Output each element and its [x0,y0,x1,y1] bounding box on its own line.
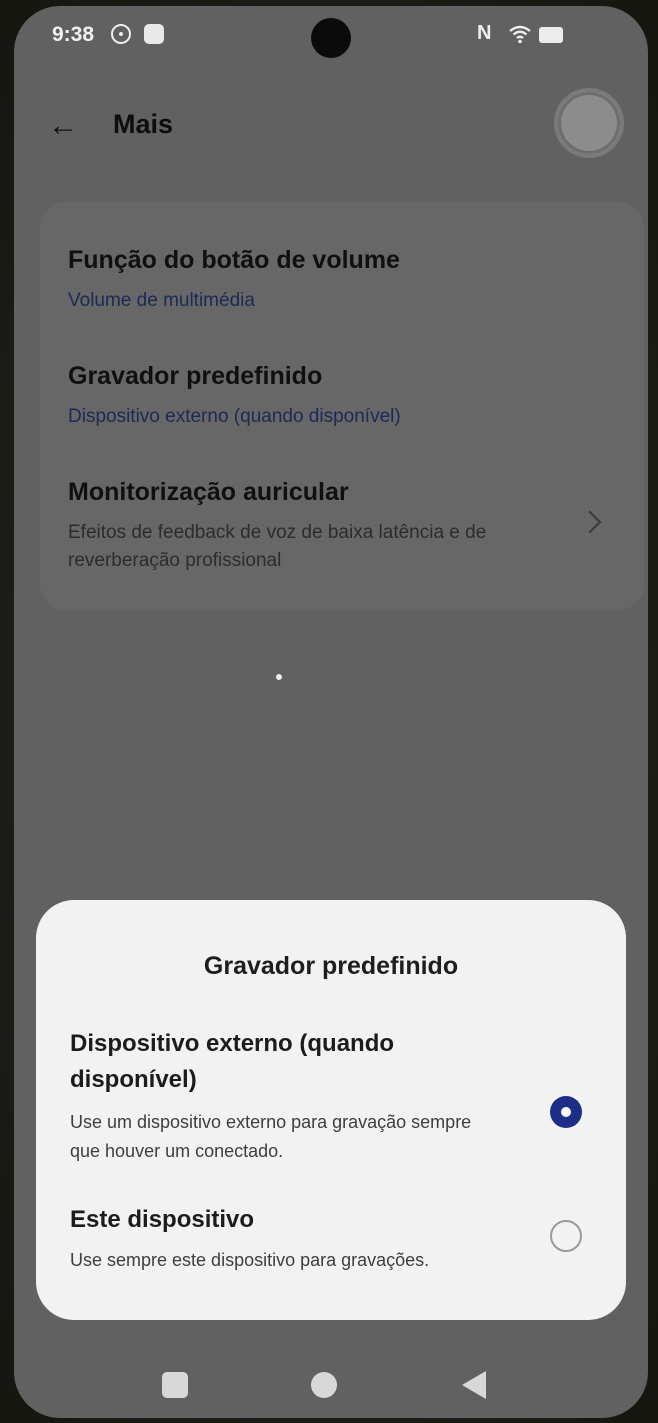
page-title: Mais [113,109,174,139]
option-description: Use um dispositivo externo para gravação… [70,1112,472,1161]
settings-card: Função do botão de volume Volume de mult… [40,202,644,610]
battery-icon [539,27,563,43]
setting-volume-button-function[interactable]: Função do botão de volume Volume de mult… [68,246,588,315]
dialog-title: Gravador predefinido [203,952,459,980]
option-title: Este dispositivo [70,1206,255,1233]
back-triangle-icon[interactable] [462,1371,486,1399]
navigation-bar [14,1351,648,1418]
home-icon[interactable] [311,1372,337,1398]
radio-unselected-icon[interactable] [550,1220,582,1252]
option-external-device[interactable]: Dispositivo externo (quando disponível) … [70,1026,604,1166]
setting-value: Volume de multimédia [68,290,255,311]
page-dot-indicator [276,674,282,680]
screen: 9:38 N ← Mais Função do botão de volume … [14,6,648,1418]
setting-title: Gravador predefinido [68,362,323,390]
wifi-icon [508,24,532,44]
header: ← Mais [14,86,648,158]
setting-ear-monitoring[interactable]: Monitorização auricular Efeitos de feedb… [68,478,588,575]
setting-title: Função do botão de volume [68,246,400,274]
status-time: 9:38 [52,23,95,46]
setting-default-recorder[interactable]: Gravador predefinido Dispositivo externo… [68,362,588,431]
setting-description: Efeitos de feedback de voz de baixa latê… [68,522,487,571]
setting-value: Dispositivo externo (quando disponível) [68,406,401,427]
option-this-device[interactable]: Este dispositivo Use sempre este disposi… [70,1202,604,1275]
setting-title: Monitorização auricular [68,478,349,506]
phone-frame: 9:38 N ← Mais Função do botão de volume … [0,0,658,1423]
steering-wheel-icon [111,24,131,44]
recent-apps-icon[interactable] [162,1372,188,1398]
back-arrow-icon[interactable]: ← [48,108,84,144]
app-notification-icon [144,24,164,44]
default-recorder-dialog: Gravador predefinido Dispositivo externo… [36,900,626,1320]
option-title: Dispositivo externo (quando disponível) [70,1030,395,1093]
floating-assistive-ball[interactable] [554,88,624,158]
status-bar: 9:38 N [14,6,648,64]
nfc-icon: N [477,22,492,44]
front-camera [311,18,351,58]
option-description: Use sempre este dispositivo para gravaçõ… [70,1250,430,1270]
radio-selected-icon[interactable] [550,1096,582,1128]
